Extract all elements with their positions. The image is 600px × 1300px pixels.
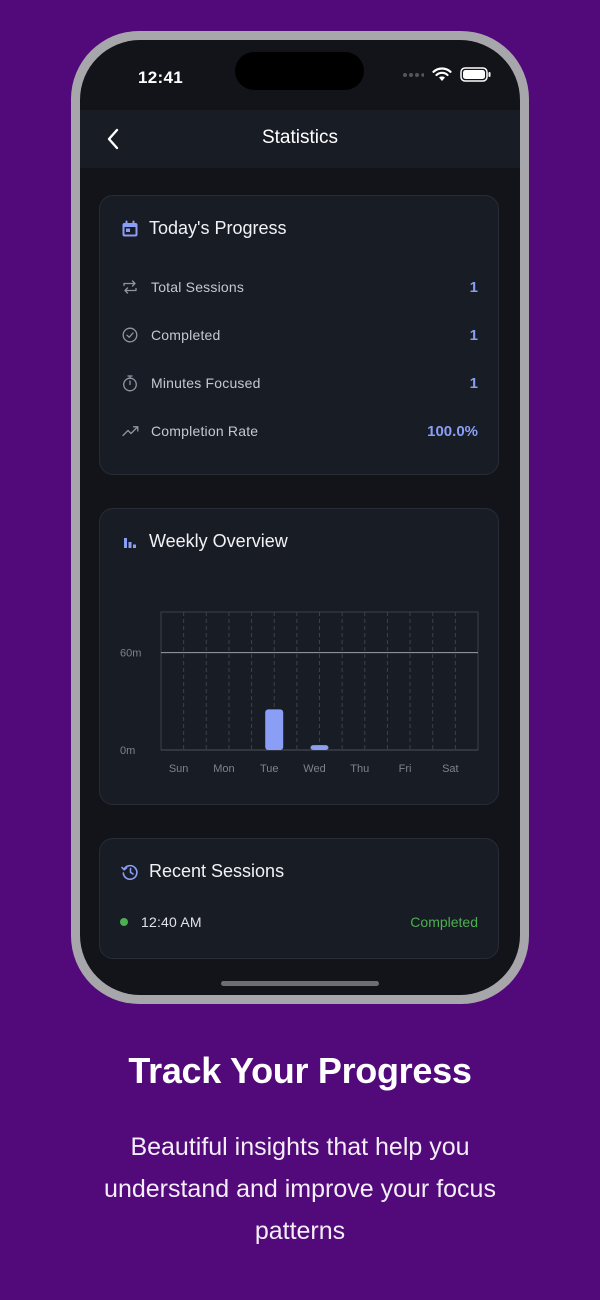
- status-bar: 12:41: [80, 40, 520, 120]
- stat-label: Total Sessions: [151, 279, 245, 295]
- page-title: Statistics: [261, 127, 339, 148]
- todays-progress-title: Today's Progress: [149, 218, 287, 238]
- marketing-headline: Track Your Progress: [128, 1050, 472, 1091]
- chart-x-tick-label: Tue: [260, 763, 279, 775]
- stat-value: 1: [469, 326, 478, 344]
- trending-up-icon: [121, 422, 139, 440]
- stat-label: Completion Rate: [151, 423, 259, 439]
- signal-icon: [403, 72, 424, 77]
- chart-x-tick-label: Wed: [303, 763, 325, 775]
- chart-bar: [265, 709, 284, 750]
- session-status: Completed: [410, 914, 478, 930]
- chart-x-tick-label: Fri: [399, 763, 412, 775]
- stat-row-completion-rate: Completion Rate 100.0%: [121, 419, 478, 443]
- recent-sessions-title: Recent Sessions: [149, 861, 285, 881]
- battery-icon: [460, 67, 491, 82]
- marketing-subtext: Beautiful insights that help you underst…: [104, 1133, 496, 1245]
- app-screen: 12:41 Statistics Today's Progress Total …: [80, 40, 520, 995]
- home-indicator: [221, 981, 379, 986]
- weekly-overview-card: Weekly Overview 0m 60m Sun Mon Tue Wed Thu Fri S…: [99, 508, 499, 805]
- stat-value: 1: [469, 278, 478, 296]
- stat-label: Minutes Focused: [151, 375, 261, 391]
- check-circle-icon: [121, 326, 139, 344]
- chart-x-tick-label: Thu: [350, 763, 369, 775]
- todays-progress-header: Today's Progress: [121, 218, 287, 239]
- repeat-icon: [121, 278, 139, 296]
- chart-x-tick-label: Mon: [213, 763, 234, 775]
- weekly-chart-svg: 0m 60m Sun Mon Tue Wed Thu Fri Sat: [120, 611, 479, 775]
- phone-frame: 12:41 Statistics Today's Progress Total …: [71, 31, 529, 1004]
- stat-row-completed: Completed 1: [121, 323, 478, 347]
- status-icons: [402, 67, 492, 82]
- weekly-chart: 0m 60m Sun Mon Tue Wed Thu Fri Sat: [110, 569, 490, 794]
- status-time: 12:41: [138, 68, 183, 87]
- session-status-dot: [120, 918, 128, 926]
- weekly-overview-title: Weekly Overview: [149, 531, 288, 551]
- navigation-bar: Statistics: [80, 110, 520, 168]
- recent-sessions-header: Recent Sessions: [121, 861, 284, 882]
- calendar-icon: [121, 220, 139, 238]
- stat-row-minutes-focused: Minutes Focused 1: [121, 371, 478, 395]
- dynamic-island: [235, 52, 364, 90]
- stat-label: Completed: [151, 327, 221, 343]
- wifi-icon: [432, 67, 452, 81]
- chart-x-tick-label: Sat: [442, 763, 459, 775]
- chart-x-tick-label: Sun: [169, 763, 189, 775]
- stopwatch-icon: [121, 374, 139, 392]
- todays-progress-card: Today's Progress Total Sessions 1 Comple…: [99, 195, 499, 475]
- chart-bar: [310, 745, 329, 750]
- chart-y-tick-label: 60m: [120, 648, 141, 660]
- chart-y-tick-label: 0m: [120, 745, 135, 757]
- session-row[interactable]: 12:40 AM Completed: [120, 911, 478, 933]
- bar-chart-icon: [121, 533, 139, 551]
- stat-value: 1: [469, 374, 478, 392]
- recent-sessions-card: Recent Sessions 12:40 AM Completed: [99, 838, 499, 959]
- history-icon: [121, 863, 139, 881]
- stat-row-total-sessions: Total Sessions 1: [121, 275, 478, 299]
- chart-plot-frame: [160, 611, 479, 751]
- stat-value: 100.0%: [427, 422, 478, 440]
- session-time: 12:40 AM: [141, 914, 202, 930]
- weekly-overview-header: Weekly Overview: [121, 531, 288, 552]
